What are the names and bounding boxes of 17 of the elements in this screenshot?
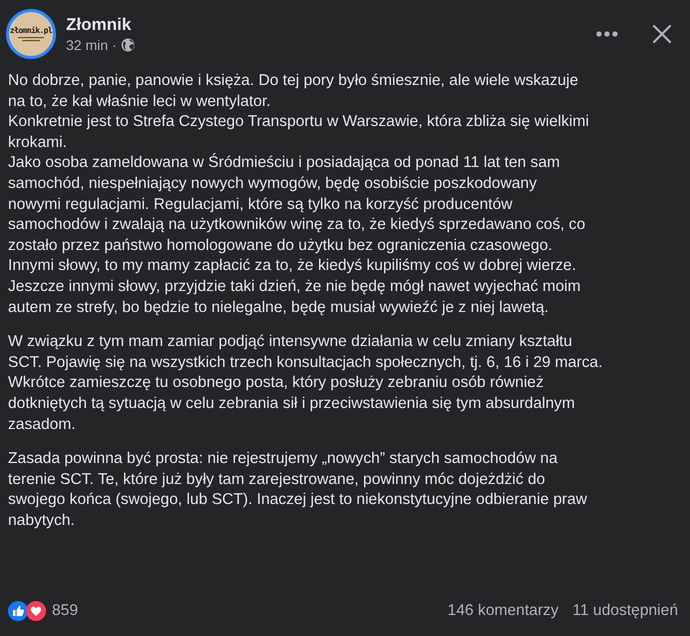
close-icon [652, 24, 672, 44]
more-icon [596, 31, 618, 37]
shares-link[interactable]: 11 udostępnień [572, 602, 678, 620]
avatar-text: złomnik.pl [10, 26, 52, 35]
post-paragraph: No dobrze, panie, panowie i księża. Do tej pory było śmiesznie, ale wiele wskazuje na to, że kał właśnie leci w wentylator. Konkretnie jest to Strefa Czystego Transportu w Warszawie, która zbliża się wielkimi krokami. Jako osoba zameldowana w Śródmieściu i posiadająca od ponad 11 lat ten sam samochód, niespełniający nowych wymogów, będę osobiście poszkodowany nowymi regulacjami. Regulacjami, które są tylko na korzyść producentów samochodów i zwalają na użytkowników winę za to, że kiedyś sprzedawano coś, co zostało przez państwo homologowane do użytku bez ograniczenia czasowego. Innymi słowy, to my mamy zapłacić za to, że kiedyś kupiliśmy coś w dobrej wierze. Jeszcze innymi słowy, przyjdzie taki dzień, że nie będę mógł nawet wyjechać moim autem ze strefy, bo będzie to nielegalne, będę musiał wywieźć je z niej lawetą. [8, 71, 590, 318]
author-name[interactable]: Złomnik [66, 15, 580, 35]
post-time[interactable]: 32 min [66, 37, 108, 53]
avatar[interactable]: złomnik.pl [6, 9, 56, 59]
post-paragraph: Zasada powinna być prosta: nie rejestrujemy „nowych” starych samochodów na terenie SCT. Te, które już były tam zarejestrowane, powinny móc dojeżdżić do swojego końca (swojego, lub SCT). Inaczej jest to niekonstytucyjne odbieranie praw nabytych. [8, 449, 588, 531]
separator-dot: · [112, 37, 117, 53]
globe-icon [120, 38, 135, 52]
avatar-lines-icon [18, 37, 44, 42]
reaction-count[interactable]: 859 [52, 602, 434, 620]
post-paragraph: W związku z tym mam zamiar podjąć intensywne działania w celu zmiany kształtu SCT. Pojawię się na wszystkich trzech konsultacjach społecznych, tj. 6, 16 i 29 marca. Wkrótce zamieszczę tu osobnego posta, który posłuży zebraniu osób również dotkniętych tą sytuacją w celu zebrania sił i przeciwstawienia się tym absurdalnym zasadom. [8, 332, 604, 434]
like-reaction-icon [8, 601, 28, 621]
love-reaction-icon [26, 601, 46, 621]
comments-link[interactable]: 146 komentarzy [448, 602, 558, 620]
